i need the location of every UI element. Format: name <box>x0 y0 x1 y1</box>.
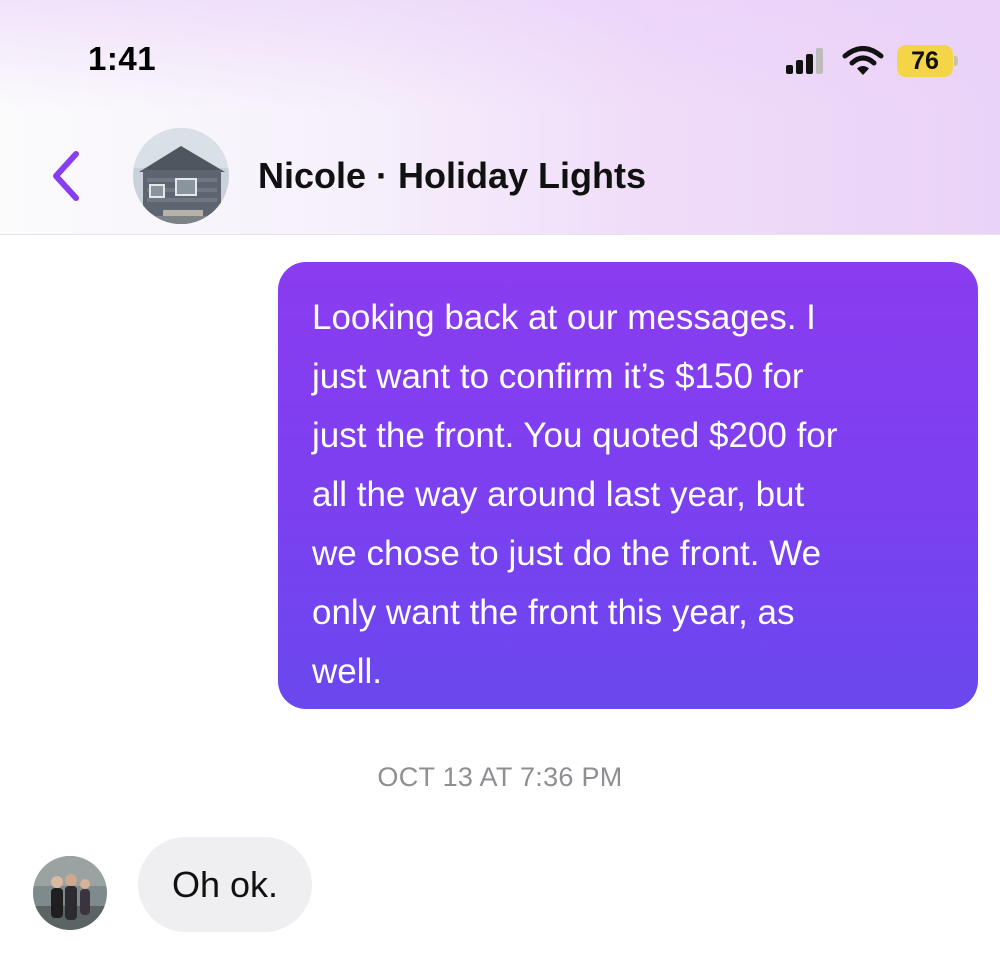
status-time: 1:41 <box>88 40 157 77</box>
conversation-title[interactable]: Nicole · Holiday Lights <box>258 155 646 197</box>
header-divider <box>0 234 1000 235</box>
chat-screen: 1:41 76 Nicole · Holiday Lights Looking … <box>0 0 1000 960</box>
message-timestamp: OCT 13 AT 7:36 PM <box>377 762 623 792</box>
wifi-icon <box>842 46 884 76</box>
header-avatar[interactable] <box>133 128 229 224</box>
back-button[interactable] <box>44 148 90 204</box>
incoming-message-bubble[interactable]: Oh ok. <box>138 837 313 932</box>
outgoing-message-bubble[interactable]: Looking back at our messages. I just wan… <box>278 262 978 709</box>
cellular-signal-icon <box>786 48 830 74</box>
battery-nub <box>954 56 958 66</box>
sender-avatar[interactable] <box>33 856 107 930</box>
chevron-left-icon <box>53 151 79 201</box>
battery-level: 76 <box>897 45 953 77</box>
battery-icon: 76 <box>897 45 958 77</box>
people-photo-avatar <box>33 856 107 930</box>
house-avatar <box>133 128 229 224</box>
